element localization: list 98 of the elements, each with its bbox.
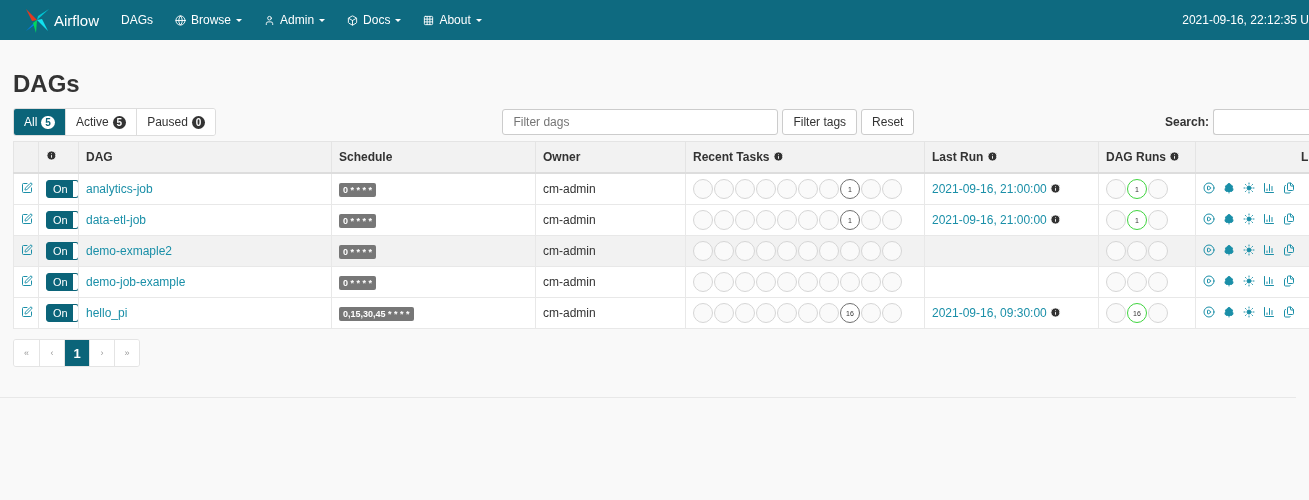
- play-icon[interactable]: [1203, 181, 1215, 194]
- column-header: DAG Runs: [1106, 150, 1166, 164]
- files-icon[interactable]: [1283, 243, 1295, 256]
- user-icon: [264, 14, 276, 26]
- info-icon: [1050, 307, 1062, 318]
- info-icon: [986, 151, 998, 162]
- count-badge: 0: [191, 115, 206, 129]
- globe-icon: [175, 14, 187, 26]
- tree-icon[interactable]: [1223, 305, 1235, 318]
- schedule-tag: 0 * * * *: [339, 245, 377, 259]
- burst-icon[interactable]: [1243, 274, 1255, 287]
- dag-link[interactable]: demo-job-example: [86, 275, 186, 289]
- pagination-button[interactable]: ‹: [39, 340, 64, 366]
- dag-link[interactable]: hello_pi: [86, 306, 128, 320]
- schedule-tag: 0,15,30,45 * * * *: [339, 307, 414, 321]
- burst-icon[interactable]: [1243, 243, 1255, 256]
- play-icon[interactable]: [1203, 305, 1215, 318]
- on-off-toggle[interactable]: On: [46, 304, 79, 322]
- dag-link[interactable]: demo-exmaple2: [86, 244, 173, 258]
- pagination-button[interactable]: 1: [64, 340, 89, 366]
- info-icon: [1050, 183, 1062, 194]
- schedule-tag: 0 * * * *: [339, 183, 377, 197]
- play-icon[interactable]: [1203, 274, 1215, 287]
- status-filter-tab[interactable]: All 5: [14, 109, 65, 135]
- bar-chart-icon[interactable]: [1263, 181, 1275, 194]
- info-icon: [1050, 214, 1062, 225]
- search-label: Search:: [1164, 115, 1209, 129]
- search-field[interactable]: [1213, 109, 1309, 135]
- edit-icon[interactable]: [21, 274, 33, 287]
- pinwheel-logo: [24, 7, 50, 33]
- count-badge: 5: [112, 115, 127, 129]
- empty-status-circle: [1148, 179, 1168, 199]
- nav-menu-item[interactable]: About: [423, 13, 482, 27]
- nav-menu-item[interactable]: DAGs: [121, 13, 154, 27]
- empty-status-circle: [1148, 303, 1168, 323]
- column-header: L: [1301, 150, 1309, 164]
- owner-text: cm-admin: [543, 244, 596, 258]
- burst-icon[interactable]: [1243, 305, 1255, 318]
- edit-icon[interactable]: [21, 243, 33, 256]
- files-icon[interactable]: [1283, 212, 1295, 225]
- dag-link[interactable]: data-etl-job: [86, 213, 147, 227]
- empty-status-circle: [1106, 210, 1126, 230]
- filter-dags-field[interactable]: Filter dags: [502, 109, 779, 135]
- edit-icon[interactable]: [21, 181, 33, 194]
- schedule-tag: 0 * * * *: [339, 276, 377, 290]
- grid-icon: [423, 14, 435, 26]
- tree-icon[interactable]: [1223, 243, 1235, 256]
- owner-text: cm-admin: [543, 182, 596, 196]
- column-header: Schedule: [339, 150, 393, 164]
- status-filter-tab[interactable]: Active 5: [64, 109, 137, 135]
- bar-chart-icon[interactable]: [1263, 212, 1275, 225]
- files-icon[interactable]: [1283, 274, 1295, 287]
- edit-icon[interactable]: [21, 305, 33, 318]
- owner-text: cm-admin: [543, 306, 596, 320]
- files-icon[interactable]: [1283, 305, 1295, 318]
- empty-status-circle: [1106, 179, 1126, 199]
- on-off-toggle[interactable]: On: [46, 180, 79, 198]
- column-header: Recent Tasks: [693, 150, 770, 164]
- play-icon[interactable]: [1203, 243, 1215, 256]
- owner-text: cm-admin: [543, 213, 596, 227]
- play-icon[interactable]: [1203, 212, 1215, 225]
- schedule-tag: 0 * * * *: [339, 214, 377, 228]
- dag-link[interactable]: analytics-job: [86, 182, 153, 196]
- column-header: DAG: [86, 150, 113, 164]
- on-off-toggle[interactable]: On: [46, 242, 79, 260]
- edit-icon[interactable]: [21, 212, 33, 225]
- nav-menu-item[interactable]: Docs: [347, 13, 402, 27]
- column-header: Owner: [543, 150, 581, 164]
- status-filter-tab[interactable]: Paused 0: [136, 109, 216, 135]
- info-icon: [1169, 151, 1181, 162]
- bar-chart-icon[interactable]: [1263, 305, 1275, 318]
- on-off-toggle[interactable]: On: [46, 211, 79, 229]
- nav-menu-item[interactable]: Browse: [175, 13, 243, 27]
- bar-chart-icon[interactable]: [1263, 243, 1275, 256]
- count-badge: 5: [41, 115, 55, 129]
- on-off-toggle[interactable]: On: [46, 273, 79, 291]
- files-icon[interactable]: [1283, 181, 1295, 194]
- bar-chart-icon[interactable]: [1263, 274, 1275, 287]
- burst-icon[interactable]: [1243, 181, 1255, 194]
- tree-icon[interactable]: [1223, 212, 1235, 225]
- filter-tags-button[interactable]: Filter tags: [782, 109, 858, 135]
- cube-icon: [347, 14, 359, 26]
- reset-button[interactable]: Reset: [861, 109, 915, 135]
- empty-status-circle: [1106, 303, 1126, 323]
- info-icon: [772, 151, 784, 162]
- nav-menu-item[interactable]: Admin: [264, 13, 326, 27]
- page-title: DAGs: [13, 70, 81, 98]
- owner-text: cm-admin: [543, 275, 596, 289]
- pagination-button[interactable]: »: [114, 340, 139, 366]
- pagination-button[interactable]: ›: [89, 340, 114, 366]
- column-header: Last Run: [932, 150, 984, 164]
- server-clock: 2021-09-16, 22:12:35 U: [1182, 13, 1309, 27]
- tree-icon[interactable]: [1223, 181, 1235, 194]
- burst-icon[interactable]: [1243, 212, 1255, 225]
- empty-status-circle: [1148, 210, 1168, 230]
- tree-icon[interactable]: [1223, 274, 1235, 287]
- brand-name[interactable]: Airflow: [54, 11, 99, 29]
- info-icon: [46, 150, 57, 161]
